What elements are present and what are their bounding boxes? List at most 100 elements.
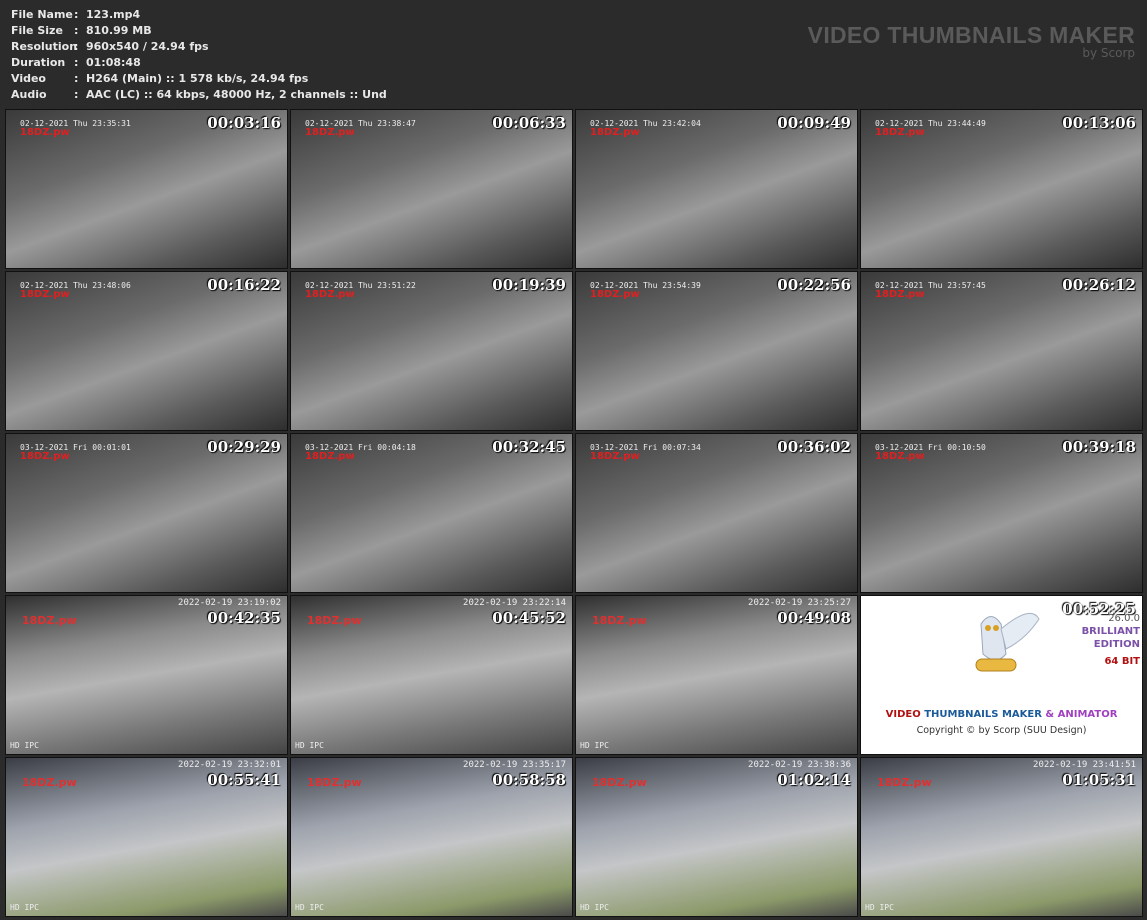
app-name: VIDEO THUMBNAILS MAKER & ANIMATOR xyxy=(861,709,1142,720)
thumbnail-timestamp: 00:22:56 xyxy=(777,276,851,294)
info-row: Video: H264 (Main) :: 1 578 kb/s, 24.94 f… xyxy=(11,71,387,87)
copyright: Copyright © by Scorp (SUU Design) xyxy=(916,725,1087,736)
camera-label: HD IPC xyxy=(580,903,609,912)
thumbnail-timestamp: 00:36:02 xyxy=(777,438,851,456)
info-label: File Size xyxy=(11,24,63,37)
video-thumbnail[interactable]: 2022-02-19 23:32:01 18DZ.pw 00:55:41 HD … xyxy=(5,757,288,917)
camera-label: HD IPC xyxy=(295,741,324,750)
thumbnail-timestamp: 00:49:08 xyxy=(777,609,851,627)
app-name-3: & ANIMATOR xyxy=(1045,709,1118,720)
video-thumbnail[interactable]: 02-12-2021 Thu 23:48:06 18DZ.pw 00:16:22 xyxy=(5,271,288,431)
thumbnail-timestamp: 00:09:49 xyxy=(777,114,851,132)
video-thumbnail[interactable]: 03-12-2021 Fri 00:01:01 18DZ.pw 00:29:29 xyxy=(5,433,288,593)
edition-info: 26.0.0 BRILLIANT EDITION 64 BIT xyxy=(1082,612,1140,668)
watermark-text: 18DZ.pw xyxy=(305,451,355,462)
watermark-text: 18DZ.pw xyxy=(22,776,77,789)
bits-label: 64 BIT xyxy=(1104,656,1140,667)
camera-label: HD IPC xyxy=(10,741,39,750)
thumbnail-grid: 02-12-2021 Thu 23:35:31 18DZ.pw 00:03:16… xyxy=(5,109,1143,917)
thumbnail-timestamp: 01:05:31 xyxy=(1062,771,1136,789)
watermark-text: 18DZ.pw xyxy=(592,614,647,627)
watermark-text: 18DZ.pw xyxy=(875,289,925,300)
thumbnail-timestamp: 00:55:41 xyxy=(207,771,281,789)
info-separator: : xyxy=(74,8,79,21)
watermark-text: 18DZ.pw xyxy=(875,127,925,138)
app-name-2: THUMBNAILS MAKER xyxy=(924,709,1042,720)
info-row: Resolution:960x540 / 24.94 fps xyxy=(11,39,387,55)
edition-label: BRILLIANT xyxy=(1081,626,1140,637)
info-row: File Size:810.99 MB xyxy=(11,23,387,39)
thumbnail-timestamp: 00:16:22 xyxy=(207,276,281,294)
camera-label: HD IPC xyxy=(865,903,894,912)
watermark-text: 18DZ.pw xyxy=(305,127,355,138)
info-row: Audio: AAC (LC) :: 64 kbps, 48000 Hz, 2 c… xyxy=(11,87,387,103)
video-thumbnail[interactable]: 02-12-2021 Thu 23:54:39 18DZ.pw 00:22:56 xyxy=(575,271,858,431)
brand-title: VIDEO THUMBNAILS MAKER xyxy=(807,22,1135,48)
camera-label: HD IPC xyxy=(10,903,39,912)
video-thumbnail[interactable]: 2022-02-19 23:35:17 18DZ.pw 00:58:58 HD … xyxy=(290,757,573,917)
camera-timestamp: 2022-02-19 23:25:27 xyxy=(748,598,851,608)
camera-timestamp: 2022-02-19 23:22:14 xyxy=(463,598,566,608)
video-thumbnail[interactable]: 2022-02-19 23:22:14 18DZ.pw 00:45:52 HD … xyxy=(290,595,573,755)
watermark-text: 18DZ.pw xyxy=(20,127,70,138)
camera-timestamp: 2022-02-19 23:19:02 xyxy=(178,598,281,608)
watermark-text: 18DZ.pw xyxy=(22,614,77,627)
info-label: Video xyxy=(11,72,46,85)
camera-timestamp: 2022-02-19 23:41:51 xyxy=(1033,760,1136,770)
brand-watermark: VIDEO THUMBNAILS MAKER by Scorp xyxy=(808,22,1135,60)
watermark-text: 18DZ.pw xyxy=(590,289,640,300)
info-value: 960x540 / 24.94 fps xyxy=(86,40,209,53)
watermark-text: 18DZ.pw xyxy=(20,289,70,300)
info-value: H264 (Main) :: 1 578 kb/s, 24.94 fps xyxy=(86,72,309,85)
info-row: Duration:01:08:48 xyxy=(11,55,387,71)
info-value: 810.99 MB xyxy=(86,24,152,37)
video-thumbnail[interactable]: 02-12-2021 Thu 23:57:45 18DZ.pw 00:26:12 xyxy=(860,271,1143,431)
info-label: Duration xyxy=(11,56,66,69)
video-thumbnail[interactable]: 03-12-2021 Fri 00:04:18 18DZ.pw 00:32:45 xyxy=(290,433,573,593)
watermark-text: 18DZ.pw xyxy=(877,776,932,789)
watermark-text: 18DZ.pw xyxy=(20,451,70,462)
camera-label: HD IPC xyxy=(580,741,609,750)
camera-timestamp: 2022-02-19 23:32:01 xyxy=(178,760,281,770)
camera-timestamp: 2022-02-19 23:38:36 xyxy=(748,760,851,770)
video-thumbnail[interactable]: 02-12-2021 Thu 23:51:22 18DZ.pw 00:19:39 xyxy=(290,271,573,431)
file-info: File Name:123.mp4 File Size:810.99 MB Reso… xyxy=(11,7,387,103)
video-thumbnail[interactable]: 02-12-2021 Thu 23:38:47 18DZ.pw 00:06:33 xyxy=(290,109,573,269)
info-label: Resolution xyxy=(11,40,78,53)
video-thumbnail[interactable]: 2022-02-19 23:19:02 18DZ.pw 00:42:35 HD … xyxy=(5,595,288,755)
thumbnail-timestamp: 01:02:14 xyxy=(777,771,851,789)
version-label: 26.0.0 xyxy=(1108,613,1140,624)
thumbnail-timestamp: 00:13:06 xyxy=(1062,114,1136,132)
info-separator: : xyxy=(74,88,79,101)
camera-timestamp: 2022-02-19 23:35:17 xyxy=(463,760,566,770)
thumbnail-timestamp: 00:03:16 xyxy=(207,114,281,132)
video-thumbnail[interactable]: 2022-02-19 23:38:36 18DZ.pw 01:02:14 HD … xyxy=(575,757,858,917)
info-separator: : xyxy=(74,24,79,37)
video-thumbnail[interactable]: 03-12-2021 Fri 00:07:34 18DZ.pw 00:36:02 xyxy=(575,433,858,593)
video-thumbnail[interactable]: 02-12-2021 Thu 23:35:31 18DZ.pw 00:03:16 xyxy=(5,109,288,269)
info-row: File Name:123.mp4 xyxy=(11,7,387,23)
thumbnail-timestamp: 00:32:45 xyxy=(492,438,566,456)
video-thumbnail[interactable]: 2022-02-19 23:41:51 18DZ.pw 01:05:31 HD … xyxy=(860,757,1143,917)
camera-label: HD IPC xyxy=(295,903,324,912)
thumbnail-timestamp: 00:29:29 xyxy=(207,438,281,456)
thumbnail-timestamp: 00:26:12 xyxy=(1062,276,1136,294)
info-separator: : xyxy=(74,72,79,85)
watermark-text: 18DZ.pw xyxy=(590,127,640,138)
app-name-1: VIDEO xyxy=(885,709,921,720)
video-thumbnail[interactable]: 02-12-2021 Thu 23:42:04 18DZ.pw 00:09:49 xyxy=(575,109,858,269)
thumbnail-timestamp: 00:39:18 xyxy=(1062,438,1136,456)
owl-logo-icon xyxy=(975,612,1040,672)
video-thumbnail[interactable]: 2022-02-19 23:25:27 18DZ.pw 00:49:08 HD … xyxy=(575,595,858,755)
info-label: Audio xyxy=(11,88,47,101)
thumbnail-timestamp: 00:58:58 xyxy=(492,771,566,789)
video-thumbnail[interactable]: 02-12-2021 Thu 23:44:49 18DZ.pw 00:13:06 xyxy=(860,109,1143,269)
info-value: 123.mp4 xyxy=(86,8,141,21)
video-thumbnail[interactable]: 03-12-2021 Fri 00:10:50 18DZ.pw 00:39:18 xyxy=(860,433,1143,593)
info-label: File Name xyxy=(11,8,73,21)
watermark-text: 18DZ.pw xyxy=(307,614,362,627)
watermark-text: 18DZ.pw xyxy=(307,776,362,789)
thumbnail-timestamp: 00:19:39 xyxy=(492,276,566,294)
info-value: AAC (LC) :: 64 kbps, 48000 Hz, 2 channel… xyxy=(86,88,387,101)
app-logo-panel: 00:52:25 26.0.0 BRILLIANT EDITION 64 BIT VI… xyxy=(860,595,1143,755)
